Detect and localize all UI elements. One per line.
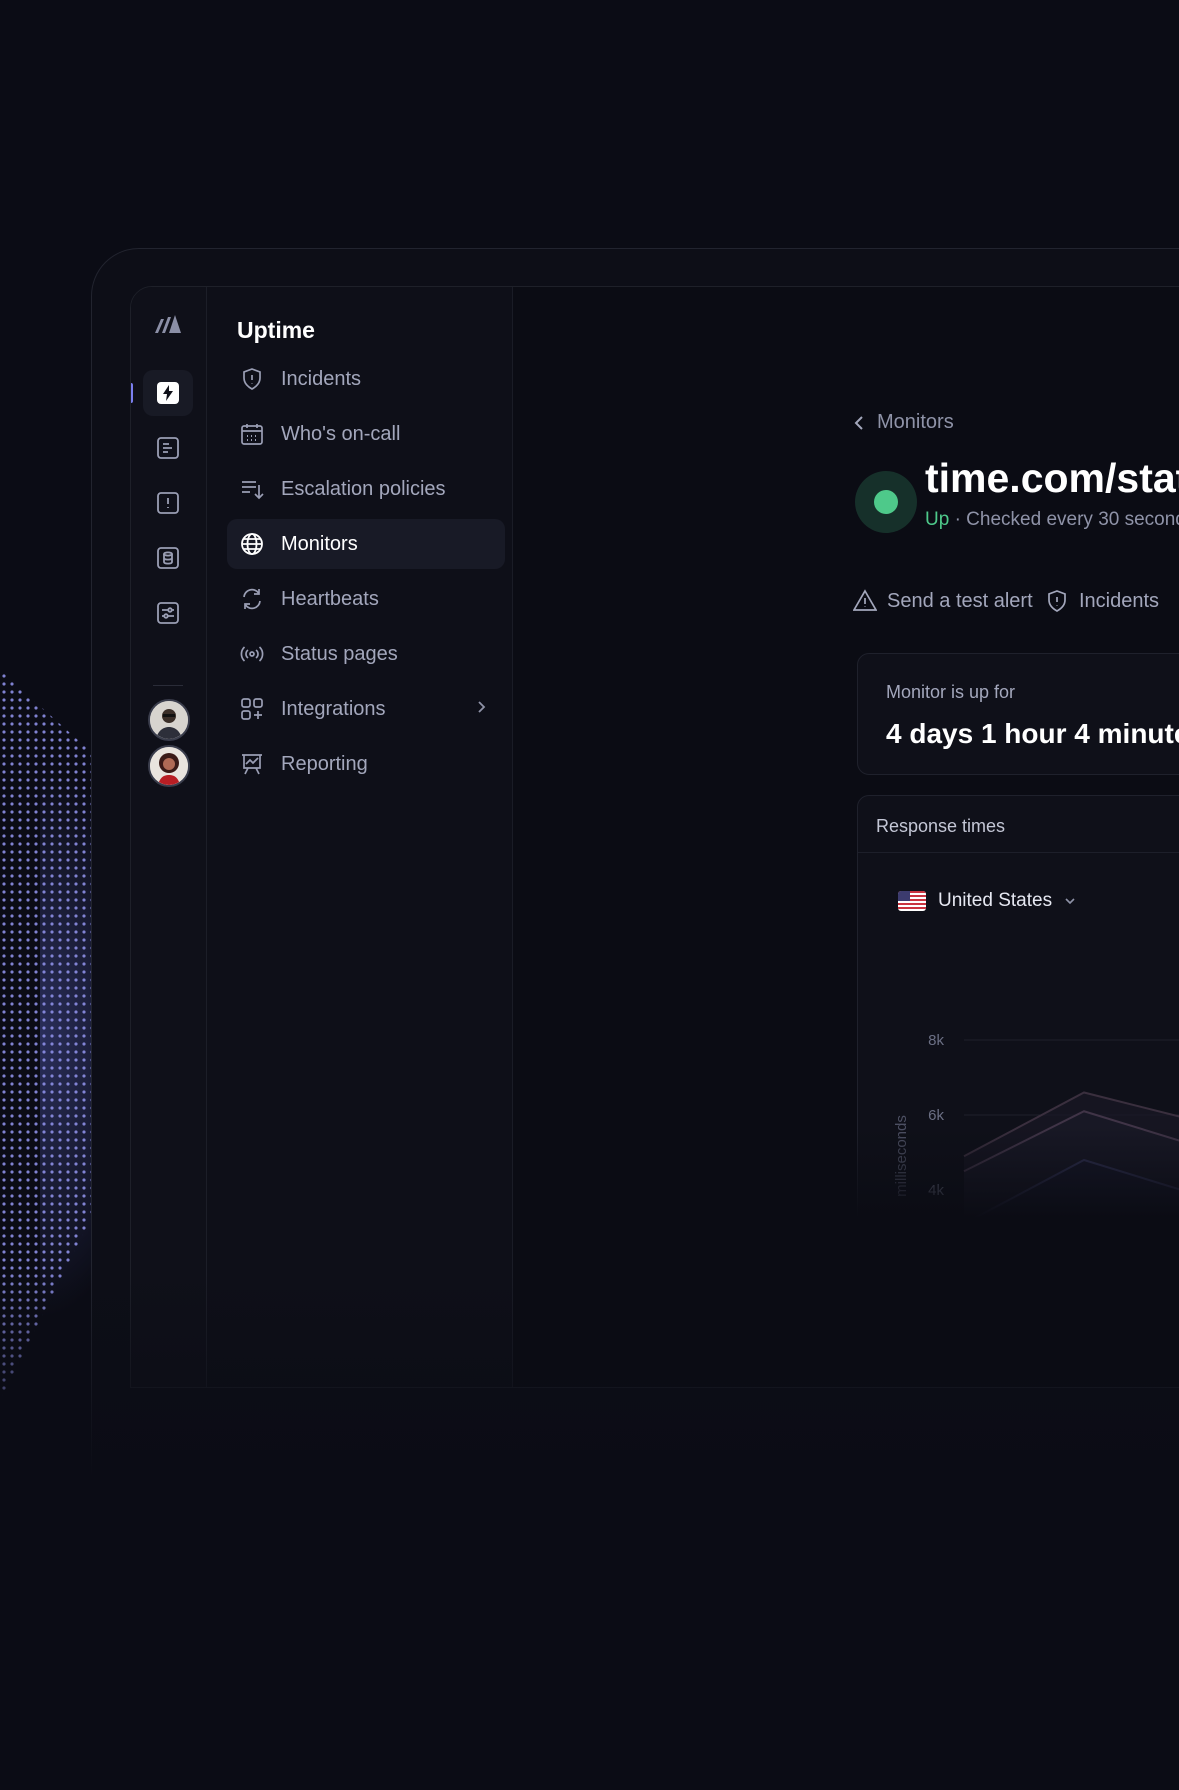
document-icon[interactable]: [143, 425, 193, 471]
sidebar-item-label: Incidents: [281, 367, 362, 390]
monitor-title: time.com/statu: [925, 455, 1179, 501]
uptime-card: Monitor is up for 4 days 1 hour 4 minute…: [857, 653, 1179, 775]
action-label: Send a test alert: [887, 589, 1033, 612]
uptime-value: 4 days 1 hour 4 minutes: [886, 718, 1179, 749]
chevron-left-icon: [853, 414, 865, 432]
sidebar-item-whos-on-call[interactable]: Who's on-call: [227, 409, 505, 459]
sidebar-item-label: Who's on-call: [281, 422, 401, 445]
sidebar-item-escalation-policies[interactable]: Escalation policies: [227, 464, 505, 514]
database-icon[interactable]: [143, 535, 193, 581]
icon-rail: [131, 287, 207, 1387]
sidebar-item-heartbeats[interactable]: Heartbeats: [227, 574, 505, 624]
y-tick-label: 8k: [928, 1032, 944, 1049]
alert-box-icon[interactable]: [143, 480, 193, 526]
breadcrumb[interactable]: Monitors: [853, 411, 954, 434]
sidebar-title: Uptime: [237, 317, 315, 343]
card-header: Response times: [858, 796, 1179, 853]
region-label: United States: [938, 890, 1053, 911]
main-content: Monitors time.com/statu Up · Checked eve…: [513, 287, 1179, 1387]
monitor-status-line: Up · Checked every 30 second: [925, 509, 1179, 531]
warning-triangle-icon: [853, 589, 877, 613]
status-dot: [874, 490, 898, 514]
calendar-icon: [239, 421, 265, 447]
globe-icon: [239, 531, 265, 557]
sliders-icon[interactable]: [143, 590, 193, 636]
grid-plus-icon: [239, 696, 265, 722]
status-indicator: [855, 471, 917, 533]
sidebar-item-integrations[interactable]: Integrations: [227, 684, 505, 734]
us-flag-icon: [898, 891, 926, 911]
broadcast-icon: [239, 641, 265, 667]
lightning-icon[interactable]: [143, 370, 193, 416]
sidebar: Uptime Incidents Who's on-call Escalatio…: [207, 287, 513, 1387]
sidebar-item-status-pages[interactable]: Status pages: [227, 629, 505, 679]
sidebar-item-label: Reporting: [281, 752, 368, 775]
sidebar-item-label: Integrations: [281, 697, 386, 720]
region-select[interactable]: United States: [898, 890, 1076, 912]
page-fade-overlay: [0, 1270, 1179, 1790]
response-times-title: Response times: [876, 816, 1006, 836]
sidebar-item-incidents[interactable]: Incidents: [227, 354, 505, 404]
breadcrumb-label: Monitors: [877, 411, 954, 433]
sidebar-item-label: Status pages: [281, 642, 398, 665]
sidebar-item-reporting[interactable]: Reporting: [227, 739, 505, 789]
chevron-right-icon: [475, 698, 487, 721]
shield-alert-icon: [1045, 589, 1069, 613]
status-up-label: Up: [925, 509, 950, 530]
sidebar-item-label: Escalation policies: [281, 477, 446, 500]
y-tick-label: 6k: [928, 1107, 944, 1124]
sidebar-item-label: Heartbeats: [281, 587, 379, 610]
rail-divider: [153, 685, 183, 686]
sidebar-item-label: Monitors: [281, 532, 358, 555]
chevron-down-icon: [1064, 896, 1076, 906]
user-avatar[interactable]: [148, 745, 190, 787]
sidebar-item-monitors[interactable]: Monitors: [227, 519, 505, 569]
user-avatar[interactable]: [148, 699, 190, 741]
rail-active-indicator: [131, 383, 133, 403]
logo-icon[interactable]: [143, 301, 193, 347]
check-interval-text: · Checked every 30 second: [949, 509, 1179, 530]
uptime-label: Monitor is up for: [886, 682, 1016, 702]
list-arrow-down-icon: [239, 476, 265, 502]
send-test-alert-button[interactable]: Send a test alert: [853, 589, 1033, 613]
incidents-button[interactable]: Incidents: [1045, 589, 1159, 613]
refresh-icon: [239, 586, 265, 612]
shield-alert-icon: [239, 366, 265, 392]
action-label: Incidents: [1079, 589, 1160, 612]
app-window: Uptime Incidents Who's on-call Escalatio…: [130, 286, 1179, 1388]
presentation-chart-icon: [239, 751, 265, 777]
